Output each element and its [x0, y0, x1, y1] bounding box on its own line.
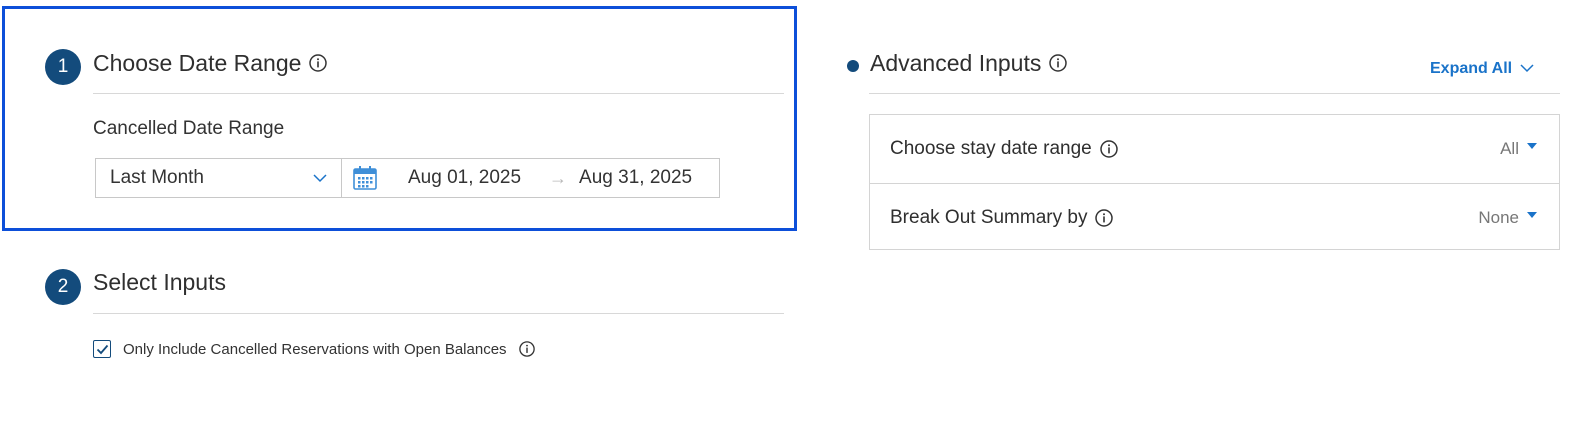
info-icon[interactable]	[1095, 208, 1114, 227]
caret-down-icon	[1527, 211, 1537, 218]
info-icon[interactable]	[518, 341, 535, 357]
info-icon[interactable]	[1049, 54, 1068, 72]
step-1-number: 1	[57, 56, 69, 77]
stay-date-range-row[interactable]: Choose stay date range All	[870, 115, 1559, 183]
start-date-input[interactable]: Aug 01, 2025	[408, 167, 521, 189]
step-2-divider	[93, 313, 784, 314]
advanced-title: Advanced Inputs	[870, 50, 1042, 76]
step-2-heading: Select Inputs	[93, 267, 226, 297]
advanced-divider	[869, 93, 1560, 94]
advanced-bullet	[847, 60, 859, 72]
break-out-summary-row[interactable]: Break Out Summary by None	[870, 183, 1559, 251]
advanced-heading: Advanced Inputs	[870, 48, 1068, 78]
step-2-number: 2	[57, 276, 69, 297]
step-1-divider	[93, 93, 784, 94]
date-range-picker[interactable]: Aug 01, 2025 → Aug 31, 2025	[342, 159, 719, 197]
info-icon[interactable]	[309, 54, 328, 72]
calendar-icon[interactable]	[352, 165, 378, 191]
date-preset-dropdown[interactable]: Last Month	[96, 159, 342, 197]
open-balances-checkbox[interactable]	[93, 340, 111, 358]
step-1-heading: Choose Date Range	[93, 48, 328, 78]
break-out-summary-value: None	[1478, 207, 1519, 227]
cancelled-date-range-label: Cancelled Date Range	[93, 118, 285, 139]
step-2-badge: 2	[45, 269, 81, 305]
break-out-summary-label-wrap: Break Out Summary by	[890, 206, 1114, 229]
step-2-title: Select Inputs	[93, 269, 226, 295]
expand-all-button[interactable]: Expand All	[1430, 60, 1534, 78]
open-balances-label[interactable]: Only Include Cancelled Reservations with…	[123, 341, 507, 358]
step-1-badge: 1	[45, 49, 81, 85]
chevron-down-icon	[313, 167, 327, 189]
stay-date-range-value: All	[1500, 139, 1519, 158]
expand-all-label: Expand All	[1430, 60, 1513, 77]
chevron-down-icon	[1520, 60, 1534, 78]
advanced-inputs-panel: Choose stay date range All Break Out Sum…	[869, 114, 1560, 250]
open-balances-option: Only Include Cancelled Reservations with…	[93, 340, 535, 358]
date-range-control: Last Month Aug 01, 2025 → Aug 31, 2025	[95, 158, 720, 198]
date-preset-value: Last Month	[110, 167, 204, 188]
break-out-summary-select[interactable]: None	[1478, 208, 1537, 228]
stay-date-range-label: Choose stay date range	[890, 138, 1092, 159]
stay-date-range-select[interactable]: All	[1500, 139, 1537, 159]
stay-date-range-label-wrap: Choose stay date range	[890, 138, 1118, 160]
break-out-summary-label: Break Out Summary by	[890, 206, 1088, 228]
step-1-title: Choose Date Range	[93, 50, 302, 76]
caret-down-icon	[1527, 143, 1537, 149]
arrow-right-icon: →	[549, 167, 568, 188]
info-icon[interactable]	[1100, 140, 1118, 158]
end-date-input[interactable]: Aug 31, 2025	[579, 167, 692, 189]
